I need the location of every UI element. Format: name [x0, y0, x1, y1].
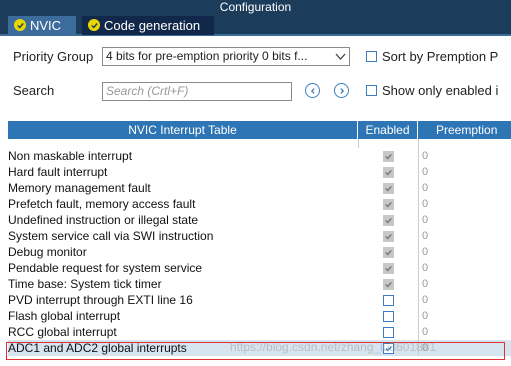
chevron-left-icon [310, 87, 315, 94]
table-row[interactable]: Debug monitor 0 [8, 244, 511, 260]
enabled-checkbox-locked [383, 247, 394, 258]
table-row[interactable]: Non maskable interrupt 0 [8, 148, 511, 164]
preemption-priority[interactable]: 0 [418, 164, 511, 180]
sort-by-preemption-label: Sort by Premption P [382, 49, 499, 64]
header-enabled[interactable]: Enabled [358, 121, 418, 139]
header-preemption[interactable]: Preemption [418, 121, 511, 139]
header-divider [418, 139, 419, 148]
interrupt-name: System service call via SWI instruction [8, 229, 214, 243]
check-circle-icon [14, 19, 26, 31]
check-circle-icon [88, 19, 100, 31]
enabled-cell [358, 308, 418, 324]
enabled-checkbox[interactable] [383, 295, 394, 306]
table-row[interactable]: Undefined instruction or illegal state 0 [8, 212, 511, 228]
table-row[interactable]: Flash global interrupt 0 [8, 308, 511, 324]
interrupt-name: PVD interrupt through EXTI line 16 [8, 293, 193, 307]
interrupt-name: Prefetch fault, memory access fault [8, 197, 196, 211]
enabled-checkbox-locked [383, 183, 394, 194]
sort-by-preemption-checkbox[interactable] [366, 51, 377, 62]
table-row[interactable]: System service call via SWI instruction 0 [8, 228, 511, 244]
enabled-cell [358, 276, 418, 292]
show-only-enabled-checkbox[interactable] [366, 85, 377, 96]
interrupt-name: Time base: System tick timer [8, 277, 162, 291]
enabled-cell [358, 180, 418, 196]
interrupt-name: Pendable request for system service [8, 261, 203, 275]
header-interrupt-table[interactable]: NVIC Interrupt Table [8, 121, 358, 139]
enabled-checkbox[interactable] [383, 327, 394, 338]
interrupt-name: Hard fault interrupt [8, 165, 108, 179]
table-row[interactable]: PVD interrupt through EXTI line 16 0 [8, 292, 511, 308]
enabled-cell [358, 292, 418, 308]
table-row[interactable]: Time base: System tick timer 0 [8, 276, 511, 292]
window-title: Configuration [0, 0, 511, 14]
interrupt-name: Debug monitor [8, 245, 87, 259]
enabled-checkbox-locked [383, 151, 394, 162]
preemption-priority[interactable]: 0 [418, 308, 511, 324]
preemption-priority[interactable]: 0 [418, 276, 511, 292]
interrupt-name: RCC global interrupt [8, 325, 117, 339]
preemption-priority[interactable]: 0 [418, 244, 511, 260]
tab-nvic[interactable]: NVIC [8, 16, 76, 35]
preemption-priority[interactable]: 0 [418, 148, 511, 164]
interrupt-name: Non maskable interrupt [8, 149, 133, 163]
enabled-cell [358, 212, 418, 228]
enabled-checkbox-locked [383, 199, 394, 210]
interrupt-name: Undefined instruction or illegal state [8, 213, 199, 227]
interrupt-name: Memory management fault [8, 181, 151, 195]
table-row[interactable]: RCC global interrupt 0 [8, 324, 511, 340]
priority-group-select[interactable]: 4 bits for pre-emption priority 0 bits f… [102, 47, 350, 66]
enabled-cell [358, 148, 418, 164]
enabled-cell [358, 260, 418, 276]
header-divider [358, 139, 359, 148]
enabled-cell [358, 164, 418, 180]
enabled-checkbox-locked [383, 231, 394, 242]
enabled-cell [358, 196, 418, 212]
enabled-cell [358, 324, 418, 340]
nvic-panel: Priority Group 4 bits for pre-emption pr… [0, 38, 511, 366]
enabled-checkbox-locked [383, 263, 394, 274]
show-only-enabled-label: Show only enabled i [382, 83, 499, 98]
preemption-priority[interactable]: 0 [418, 228, 511, 244]
enabled-cell [358, 244, 418, 260]
search-input[interactable]: Search (Crtl+F) [102, 82, 292, 101]
search-previous-button[interactable] [305, 83, 320, 98]
preemption-priority[interactable]: 0 [418, 212, 511, 228]
preemption-priority[interactable]: 0 [418, 292, 511, 308]
chevron-down-icon [335, 53, 346, 60]
interrupt-name: Flash global interrupt [8, 309, 121, 323]
table-row[interactable]: Hard fault interrupt 0 [8, 164, 511, 180]
enabled-checkbox-locked [383, 167, 394, 178]
table-row[interactable]: Pendable request for system service 0 [8, 260, 511, 276]
chevron-right-icon [339, 87, 344, 94]
enabled-checkbox-locked [383, 279, 394, 290]
search-label: Search [13, 83, 55, 98]
preemption-priority[interactable]: 0 [418, 196, 511, 212]
tab-nvic-label: NVIC [30, 18, 62, 33]
tab-code-generation-label: Code generation [104, 18, 201, 33]
enabled-cell [358, 228, 418, 244]
table-row[interactable]: Memory management fault 0 [8, 180, 511, 196]
priority-group-label: Priority Group [13, 49, 94, 64]
enabled-checkbox-locked [383, 215, 394, 226]
preemption-priority[interactable]: 0 [418, 180, 511, 196]
watermark-text: https://blog.csdn.net/zhang_lu3601881 [230, 340, 437, 354]
table-header: NVIC Interrupt Table Enabled Preemption [8, 121, 511, 139]
search-next-button[interactable] [334, 83, 349, 98]
tab-strip: NVIC Code generation [0, 14, 511, 36]
preemption-priority[interactable]: 0 [418, 324, 511, 340]
preemption-priority[interactable]: 0 [418, 260, 511, 276]
table-row[interactable]: Prefetch fault, memory access fault 0 [8, 196, 511, 212]
title-scroll-edge [506, 0, 511, 14]
priority-group-value: 4 bits for pre-emption priority 0 bits f… [106, 49, 308, 63]
tab-code-generation[interactable]: Code generation [82, 16, 214, 35]
enabled-checkbox[interactable] [383, 311, 394, 322]
